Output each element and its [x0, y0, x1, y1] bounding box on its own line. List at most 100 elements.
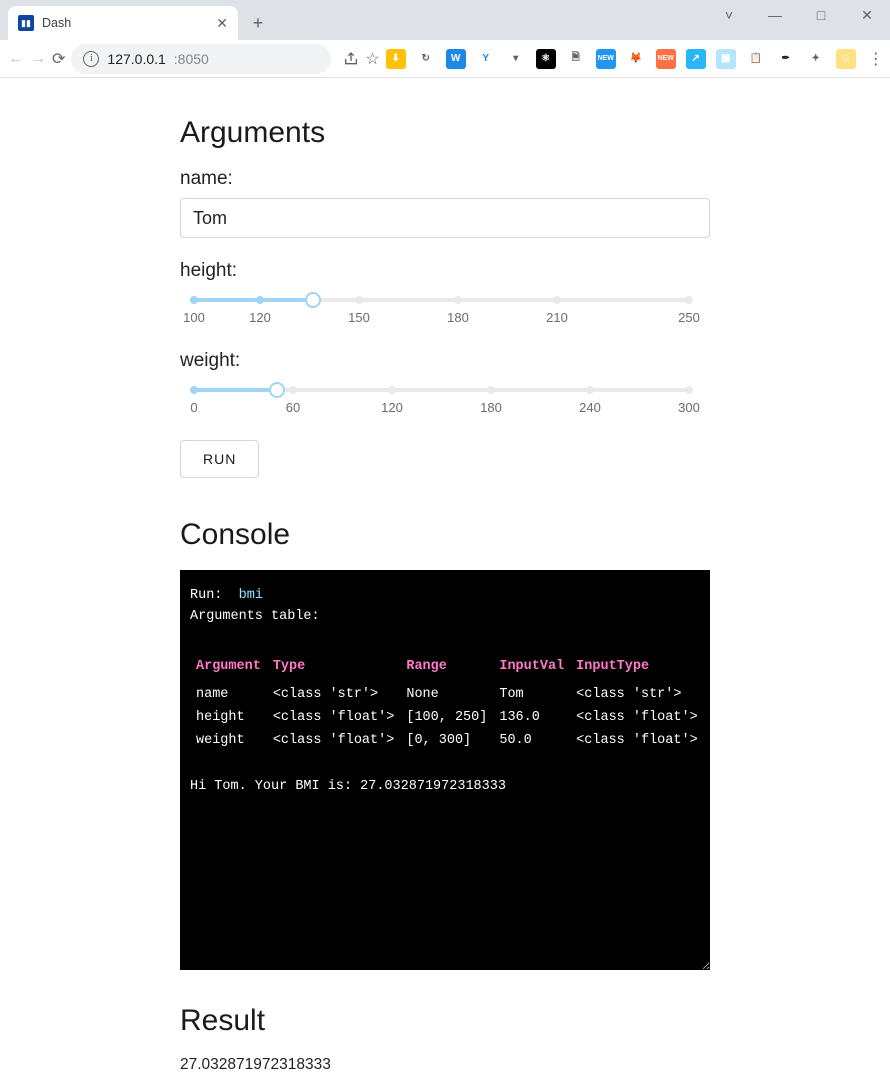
- console-table-header: InputType: [576, 657, 710, 684]
- extension-new2-icon[interactable]: NEW: [656, 49, 676, 69]
- extension-new1-icon[interactable]: NEW: [596, 49, 616, 69]
- weight-slider-tick-label: 0: [190, 400, 197, 415]
- height-slider-fill: [194, 298, 313, 302]
- extension-doc-icon[interactable]: 🗎: [566, 49, 586, 69]
- new-tab-button[interactable]: +: [244, 9, 272, 37]
- console-table-cell: None: [406, 684, 499, 707]
- weight-slider-fill: [194, 388, 277, 392]
- console-output[interactable]: Run: bmi Arguments table: ArgumentTypeRa…: [180, 570, 710, 970]
- weight-slider[interactable]: 060120180240300: [194, 380, 689, 418]
- nav-back-button[interactable]: ←: [8, 45, 24, 73]
- extension-firefox-icon[interactable]: 🦊: [626, 49, 646, 69]
- extension-sync-icon[interactable]: ↻: [416, 49, 436, 69]
- height-slider-tick-label: 120: [249, 310, 271, 325]
- browser-toolbar: ← → ⟳ i 127.0.0.1 :8050 ☆ ⬇ ↻ WY ▾ ⚛ 🗎 NEW 🦊 NEW ↗…: [0, 40, 890, 78]
- console-run-label: Run:: [190, 588, 222, 603]
- console-table-cell: <class 'float'>: [273, 707, 407, 730]
- bookmark-star-icon[interactable]: ☆: [365, 45, 379, 73]
- console-table-cell: height: [196, 707, 273, 730]
- console-table-row: name<class 'str'>NoneTom<class 'str'>: [196, 684, 710, 707]
- console-table-header: Range: [406, 657, 499, 684]
- console-table-cell: [0, 300]: [406, 730, 499, 753]
- console-table-header: Type: [273, 657, 407, 684]
- extensions-row: ⬇ ↻ WY ▾ ⚛ 🗎 NEW 🦊 NEW ↗ ▦ 📋 ✒ ✦ ☺: [386, 49, 862, 69]
- console-table-header: InputVal: [499, 657, 576, 684]
- weight-slider-mark: [487, 386, 495, 394]
- window-minimize-button[interactable]: —: [752, 0, 798, 30]
- nav-reload-button[interactable]: ⟳: [52, 45, 65, 73]
- extension-avatar-icon[interactable]: ☺: [836, 49, 856, 69]
- url-port: :8050: [174, 51, 209, 67]
- height-field-group: height: 100120150180210250: [180, 260, 710, 328]
- height-slider-tick-label: 250: [678, 310, 700, 325]
- nav-forward-button[interactable]: →: [30, 45, 46, 73]
- console-table-cell: <class 'float'>: [273, 730, 407, 753]
- extension-download-icon[interactable]: ⬇: [386, 49, 406, 69]
- height-slider[interactable]: 100120150180210250: [194, 290, 689, 328]
- console-output-line: Hi Tom. Your BMI is: 27.032871972318333: [190, 777, 700, 798]
- weight-slider-mark: [586, 386, 594, 394]
- console-args-label: Arguments table:: [190, 607, 700, 628]
- extension-react-icon[interactable]: ⚛: [536, 49, 556, 69]
- console-table-cell: 136.0: [499, 707, 576, 730]
- weight-slider-mark: [190, 386, 198, 394]
- window-maximize-button[interactable]: □: [798, 0, 844, 30]
- height-label: height:: [180, 260, 710, 282]
- window-caret-icon[interactable]: ˅: [706, 0, 752, 30]
- extension-puzzle-icon[interactable]: ✦: [806, 49, 826, 69]
- console-table-row: weight<class 'float'>[0, 300]50.0<class …: [196, 730, 710, 753]
- height-slider-mark: [355, 296, 363, 304]
- name-label: name:: [180, 168, 710, 190]
- extension-wps-icon[interactable]: W: [446, 49, 466, 69]
- height-slider-tick-label: 210: [546, 310, 568, 325]
- weight-slider-tick-label: 180: [480, 400, 502, 415]
- extension-share-icon[interactable]: ↗: [686, 49, 706, 69]
- height-slider-handle[interactable]: [305, 292, 321, 308]
- console-heading: Console: [180, 518, 710, 552]
- tab-close-icon[interactable]: ✕: [216, 15, 228, 32]
- height-slider-mark: [553, 296, 561, 304]
- weight-label: weight:: [180, 350, 710, 372]
- height-slider-tick-label: 180: [447, 310, 469, 325]
- run-button[interactable]: RUN: [180, 440, 259, 478]
- console-table-cell: [100, 250]: [406, 707, 499, 730]
- name-field-group: name:: [180, 168, 710, 238]
- browser-tab[interactable]: ▮▮ Dash ✕: [8, 6, 238, 40]
- address-bar[interactable]: i 127.0.0.1 :8050: [71, 44, 331, 74]
- browser-titlebar: ▮▮ Dash ✕ + ˅ — □ ✕: [0, 0, 890, 40]
- height-slider-mark: [454, 296, 462, 304]
- console-table-cell: weight: [196, 730, 273, 753]
- console-table-cell: <class 'float'>: [576, 730, 710, 753]
- weight-slider-handle[interactable]: [269, 382, 285, 398]
- console-table-cell: Tom: [499, 684, 576, 707]
- console-table-header: Argument: [196, 657, 273, 684]
- site-info-icon[interactable]: i: [83, 51, 99, 67]
- url-host: 127.0.0.1: [107, 51, 165, 67]
- console-table-cell: <class 'str'>: [576, 684, 710, 707]
- tab-favicon-icon: ▮▮: [18, 15, 34, 31]
- height-slider-mark: [256, 296, 264, 304]
- share-icon[interactable]: [343, 45, 359, 73]
- weight-slider-tick-label: 300: [678, 400, 700, 415]
- browser-menu-button[interactable]: ⋮: [868, 45, 884, 73]
- weight-slider-mark: [388, 386, 396, 394]
- tab-title: Dash: [42, 16, 208, 30]
- extension-img-icon[interactable]: ▦: [716, 49, 736, 69]
- extension-vue-icon[interactable]: Y: [476, 49, 496, 69]
- console-table-cell: <class 'float'>: [576, 707, 710, 730]
- height-slider-mark: [190, 296, 198, 304]
- name-input[interactable]: [180, 198, 710, 238]
- window-controls: ˅ — □ ✕: [706, 0, 890, 30]
- extension-dropdown-icon[interactable]: ▾: [506, 49, 526, 69]
- weight-slider-tick-label: 240: [579, 400, 601, 415]
- extension-clip-icon[interactable]: 📋: [746, 49, 766, 69]
- weight-slider-mark: [289, 386, 297, 394]
- window-close-button[interactable]: ✕: [844, 0, 890, 30]
- console-args-table: ArgumentTypeRangeInputValInputTypename<c…: [196, 657, 710, 753]
- result-value: 27.032871972318333: [180, 1056, 710, 1074]
- extension-picker-icon[interactable]: ✒: [776, 49, 796, 69]
- weight-field-group: weight: 060120180240300: [180, 350, 710, 418]
- console-run-target: bmi: [231, 588, 263, 603]
- height-slider-tick-label: 100: [183, 310, 205, 325]
- weight-slider-tick-label: 60: [286, 400, 300, 415]
